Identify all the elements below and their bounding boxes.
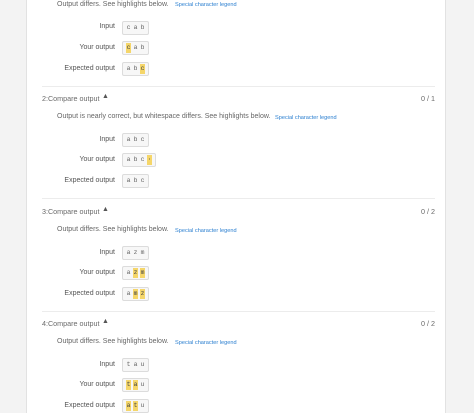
chevron-up-icon[interactable]: ▲ — [102, 93, 109, 100]
char: c — [140, 136, 145, 143]
your-output-label: Your output — [79, 156, 115, 163]
special-character-legend-link[interactable]: Special character legend — [175, 340, 237, 346]
your-output-label: Your output — [79, 269, 115, 276]
char: a — [126, 136, 131, 143]
char: a — [133, 44, 138, 51]
char: c — [126, 24, 131, 31]
your-output-box: a b c · — [122, 153, 156, 167]
input-label: Input — [99, 249, 115, 256]
input-box: tau — [122, 358, 149, 372]
results-card: Output differs. See highlights below. Sp… — [26, 0, 446, 413]
section-header[interactable]: 4:Compare output ▲ 0 / 2 — [42, 317, 435, 331]
diff-message: Output differs. See highlights below. — [57, 226, 169, 233]
char: b — [140, 44, 145, 51]
your-output-box: tau — [122, 378, 149, 392]
section-title: 3:Compare output — [42, 207, 100, 216]
char: t — [126, 361, 131, 368]
expected-output-label: Expected output — [64, 65, 115, 72]
expected-output-label: Expected output — [64, 177, 115, 184]
special-character-legend-link[interactable]: Special character legend — [175, 228, 237, 234]
highlighted-char: m — [133, 289, 138, 299]
expected-output-label: Expected output — [64, 290, 115, 297]
char: b — [133, 177, 138, 184]
section-score: 0 / 2 — [421, 207, 435, 216]
highlighted-char: z — [133, 268, 138, 278]
char: c — [140, 156, 145, 163]
char: u — [140, 361, 145, 368]
your-output-box: azm — [122, 266, 149, 280]
char: b — [133, 156, 138, 163]
highlighted-char: a — [133, 380, 138, 390]
input-label: Input — [99, 23, 115, 30]
char: a — [126, 249, 131, 256]
char: a — [126, 65, 131, 72]
section-divider — [42, 86, 435, 87]
char: b — [133, 65, 138, 72]
special-character-legend-link[interactable]: Special character legend — [175, 2, 237, 8]
expected-output-label: Expected output — [64, 402, 115, 409]
char: a — [133, 24, 138, 31]
highlighted-char: c — [140, 64, 145, 74]
highlighted-char: a — [126, 401, 131, 411]
char: a — [126, 156, 131, 163]
highlighted-char: t — [126, 380, 131, 390]
char: a — [126, 290, 131, 297]
your-output-label: Your output — [79, 44, 115, 51]
highlighted-char: z — [140, 289, 145, 299]
highlighted-char: t — [133, 401, 138, 411]
highlighted-char: c — [126, 43, 131, 53]
expected-output-box: amz — [122, 287, 149, 301]
char: u — [140, 402, 145, 409]
char: a — [133, 361, 138, 368]
highlighted-char: · — [147, 155, 152, 165]
expected-output-box: abc — [122, 62, 149, 76]
chevron-up-icon[interactable]: ▲ — [102, 206, 109, 213]
char: z — [133, 249, 138, 256]
input-label: Input — [99, 361, 115, 368]
expected-output-box: atu — [122, 399, 149, 413]
special-character-legend-link[interactable]: Special character legend — [275, 115, 337, 121]
diff-message: Output differs. See highlights below. — [57, 338, 169, 345]
your-output-label: Your output — [79, 381, 115, 388]
highlighted-char: m — [140, 268, 145, 278]
section-divider — [42, 311, 435, 312]
char: c — [140, 177, 145, 184]
section-title: 4:Compare output — [42, 319, 100, 328]
input-box: azm — [122, 246, 149, 260]
section-score: 0 / 2 — [421, 319, 435, 328]
section-header[interactable]: 2:Compare output ▲ 0 / 1 — [42, 92, 435, 106]
char: m — [140, 249, 145, 256]
char: b — [140, 24, 145, 31]
char: a — [126, 269, 131, 276]
expected-output-box: abc — [122, 174, 149, 188]
char: b — [133, 136, 138, 143]
section-title: 2:Compare output — [42, 94, 100, 103]
diff-message: Output differs. See highlights below. — [57, 1, 169, 8]
chevron-up-icon[interactable]: ▲ — [102, 318, 109, 325]
section-header[interactable]: 3:Compare output ▲ 0 / 2 — [42, 205, 435, 219]
section-divider — [42, 198, 435, 199]
input-label: Input — [99, 136, 115, 143]
input-box: cab — [122, 21, 149, 35]
your-output-box: cab — [122, 41, 149, 55]
char: u — [140, 381, 145, 388]
section-score: 0 / 1 — [421, 94, 435, 103]
diff-message: Output is nearly correct, but whitespace… — [57, 113, 271, 120]
input-box: abc — [122, 133, 149, 147]
char: a — [126, 177, 131, 184]
